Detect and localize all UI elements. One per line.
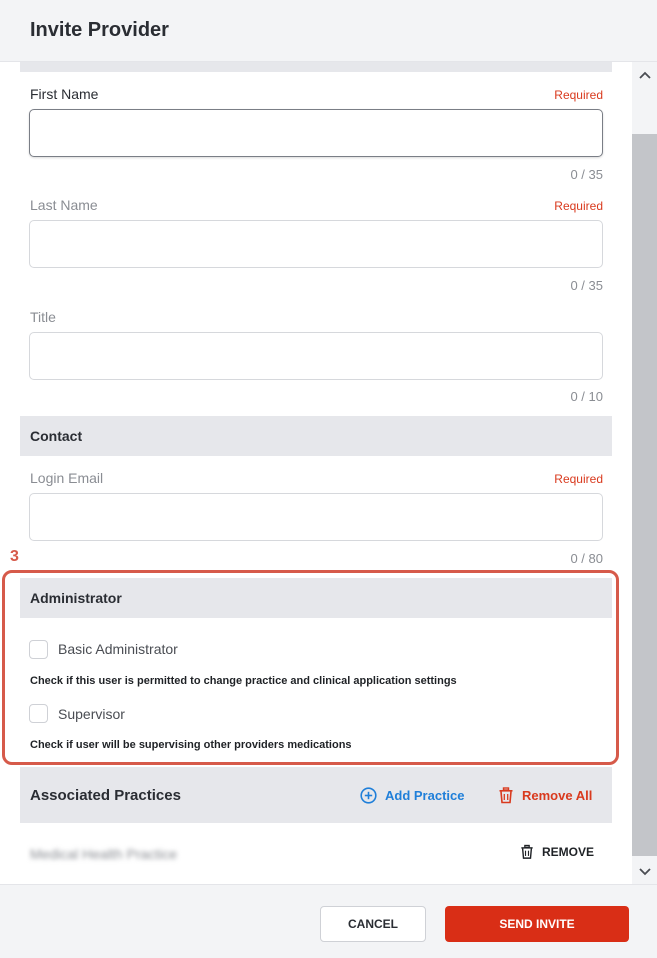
practice-name: Medical Health Practice <box>30 846 178 862</box>
modal-title: Invite Provider <box>30 19 169 41</box>
login-email-label: Login Email <box>30 470 104 486</box>
first-name-counter: 0 / 35 <box>570 167 603 182</box>
section-divider <box>20 62 612 72</box>
trash-icon <box>521 844 533 859</box>
annotation-highlight-box <box>2 570 619 765</box>
remove-practice-button[interactable]: REMOVE <box>520 844 594 860</box>
cancel-button[interactable]: CANCEL <box>320 906 426 942</box>
contact-section-header: Contact <box>20 416 612 456</box>
chevron-up-icon[interactable] <box>637 67 652 82</box>
trash-icon <box>499 786 513 803</box>
modal-footer: CANCEL SEND INVITE <box>0 884 657 958</box>
add-practice-label: Add Practice <box>385 787 465 803</box>
scroll-thumb[interactable] <box>632 134 657 856</box>
title-counter: 0 / 10 <box>570 389 603 404</box>
title-label: Title <box>30 309 56 325</box>
last-name-input[interactable] <box>29 220 603 268</box>
remove-practice-label: REMOVE <box>541 845 594 859</box>
add-practice-button[interactable]: Add Practice <box>360 784 464 806</box>
remove-all-button[interactable]: Remove All <box>498 784 592 806</box>
title-input[interactable] <box>29 332 603 380</box>
invite-provider-modal: Invite Provider First Name Required 0 / … <box>0 0 657 958</box>
practice-list-item: Medical Health Practice REMOVE <box>20 823 612 884</box>
associated-practices-title: Associated Practices <box>30 787 181 804</box>
send-invite-button[interactable]: SEND INVITE <box>445 906 629 942</box>
last-name-counter: 0 / 35 <box>570 278 603 293</box>
modal-header: Invite Provider <box>0 0 657 62</box>
first-name-label: First Name <box>30 86 99 102</box>
associated-practices-header: Associated Practices Add Practice Remove… <box>20 767 612 823</box>
plus-circle-icon <box>360 786 377 804</box>
remove-all-label: Remove All <box>522 787 593 803</box>
login-email-counter: 0 / 80 <box>570 551 603 566</box>
first-name-input[interactable] <box>29 109 603 157</box>
last-name-required: Required <box>554 199 603 213</box>
chevron-down-icon[interactable] <box>637 864 652 879</box>
annotation-number: 3 <box>10 548 19 565</box>
contact-section-title: Contact <box>30 428 83 444</box>
login-email-required: Required <box>554 472 603 486</box>
vertical-scrollbar[interactable] <box>632 62 657 884</box>
login-email-input[interactable] <box>29 493 603 541</box>
first-name-required: Required <box>554 88 603 102</box>
last-name-label: Last Name <box>30 197 98 213</box>
